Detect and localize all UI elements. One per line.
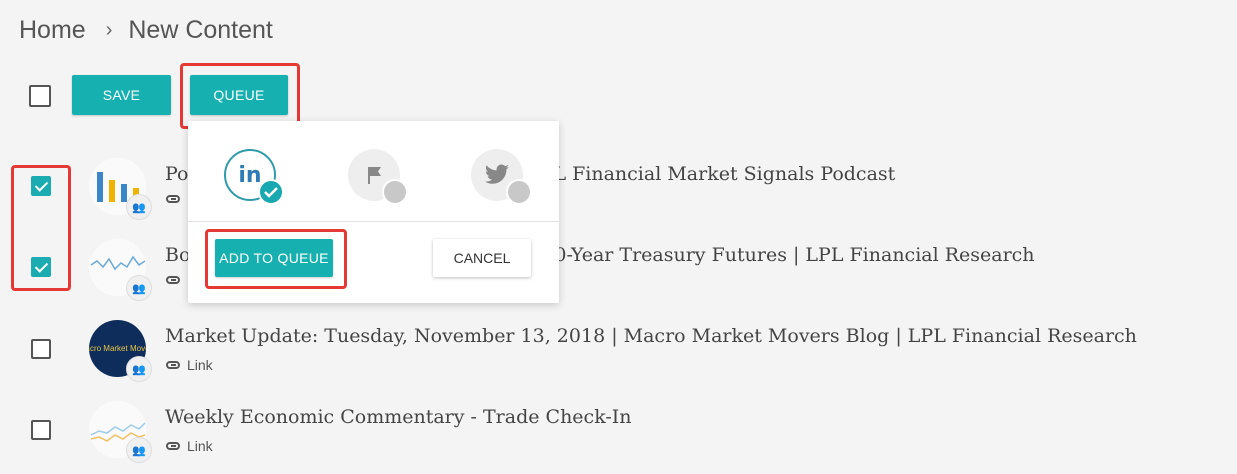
row-link[interactable] [166, 276, 187, 284]
breadcrumb-current: New Content [128, 16, 273, 44]
twitter-icon [485, 164, 509, 184]
user-badge-icon [382, 179, 408, 205]
check-icon [264, 187, 278, 198]
user-badge-icon [506, 179, 532, 205]
linkedin-icon: in [238, 162, 262, 188]
group-icon: 👥 [126, 356, 152, 382]
cancel-button[interactable]: CANCEL [433, 239, 531, 277]
flag-icon [368, 167, 381, 184]
breadcrumb-separator-icon: › [105, 19, 113, 41]
row-link[interactable]: Link [166, 438, 213, 454]
link-icon [166, 276, 180, 284]
check-badge-icon [258, 179, 284, 205]
row-link[interactable] [166, 195, 187, 203]
row-link[interactable]: Link [166, 357, 213, 373]
save-button[interactable]: SAVE [72, 75, 171, 115]
row-title[interactable]: Market Update: Tuesday, November 13, 201… [165, 325, 1137, 347]
group-icon: 👥 [126, 275, 152, 301]
link-icon [166, 442, 180, 450]
select-all-checkbox[interactable] [29, 85, 51, 107]
link-icon [166, 361, 180, 369]
group-icon: 👥 [126, 194, 152, 220]
popover-divider [188, 221, 559, 222]
checkbox-highlight [11, 165, 71, 291]
thumbnail-label: Macro Market Movers [89, 344, 146, 353]
breadcrumb-home[interactable]: Home [19, 16, 86, 45]
add-to-queue-highlight [205, 229, 347, 289]
row-checkbox[interactable] [31, 420, 51, 440]
breadcrumb: Home › New Content [19, 16, 273, 45]
group-icon: 👥 [126, 437, 152, 463]
row-title[interactable]: Weekly Economic Commentary - Trade Check… [165, 406, 632, 428]
queue-highlight [180, 63, 300, 129]
link-icon [166, 195, 180, 203]
row-checkbox[interactable] [31, 339, 51, 359]
